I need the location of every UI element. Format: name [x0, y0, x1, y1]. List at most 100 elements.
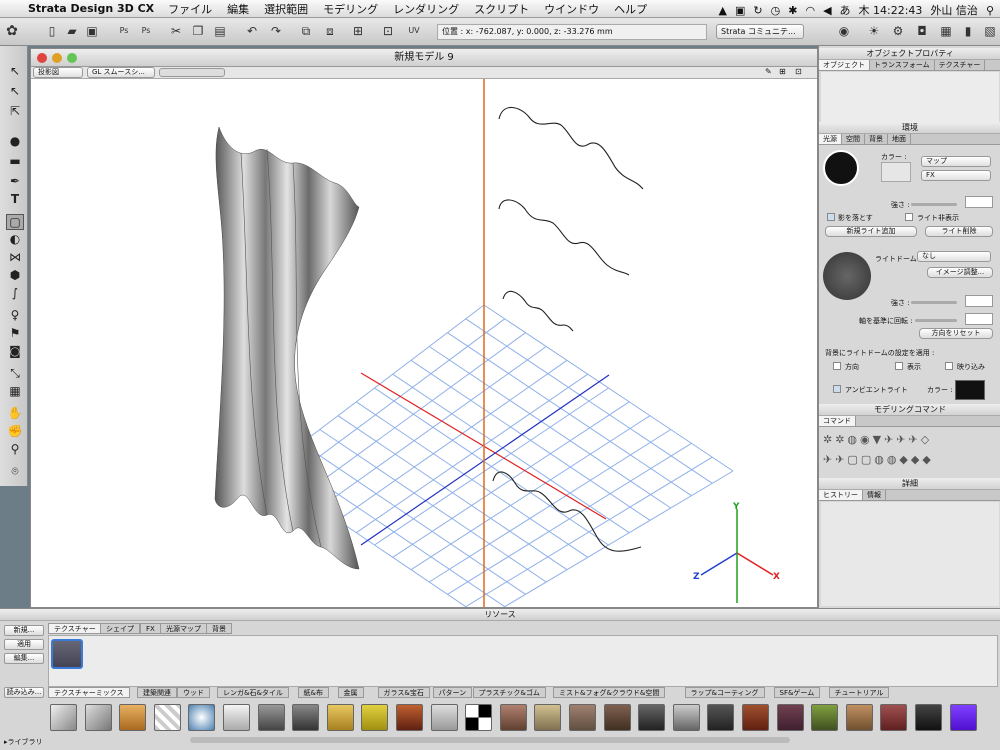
render-icon[interactable]: ◉	[836, 23, 852, 39]
texture-swatch[interactable]	[776, 704, 804, 731]
load-resource-button[interactable]: 読み込み...	[4, 687, 44, 698]
bluetooth-icon[interactable]: ✱	[788, 4, 797, 17]
export-icon[interactable]: ▦	[938, 23, 954, 39]
camera-tool-icon[interactable]: ◙	[6, 344, 24, 360]
uv-icon[interactable]: UV	[406, 23, 422, 39]
mirror-tool-icon[interactable]: ⋈	[6, 250, 24, 266]
sync-icon[interactable]: ↻	[753, 4, 762, 17]
category-tab[interactable]: 紙&布	[297, 687, 329, 698]
menu-window[interactable]: ウインドウ	[544, 1, 599, 17]
tab-commands[interactable]: コマンド	[819, 416, 856, 426]
axis-rotate-input[interactable]	[965, 313, 993, 325]
category-tab[interactable]: SF&ゲーム	[773, 687, 821, 698]
texture-swatch[interactable]	[880, 704, 908, 731]
reset-direction-button[interactable]: 方向をリセット	[919, 328, 993, 339]
strength2-slider[interactable]	[911, 301, 957, 304]
texture-swatch[interactable]	[223, 704, 250, 731]
lightdome-select[interactable]: なし	[917, 251, 991, 262]
delete-light-button[interactable]: ライト削除	[925, 226, 993, 237]
grid-tool-icon[interactable]: ▦	[6, 384, 24, 400]
primitive-tool-icon[interactable]: ●	[6, 134, 24, 150]
duplicate-icon[interactable]: ⊡	[380, 23, 396, 39]
reflect-checkbox[interactable]	[945, 362, 953, 370]
category-tab[interactable]: ミスト&フォグ&クラウド&空間	[553, 687, 666, 698]
undo-icon[interactable]: ↶	[244, 23, 260, 39]
texture-swatch[interactable]	[430, 704, 458, 731]
rectangle-tool-icon[interactable]: ▬	[6, 154, 24, 170]
text-tool-icon[interactable]: T	[6, 192, 24, 208]
category-tab[interactable]: 建築関連	[137, 687, 177, 698]
new-resource-button[interactable]: 新規...	[4, 625, 44, 636]
res-tab-lightmap[interactable]: 光源マップ	[160, 623, 207, 634]
community-select[interactable]: Strata コミュニテ...	[716, 24, 804, 39]
strength2-input[interactable]	[965, 295, 993, 307]
ambient-color-swatch[interactable]	[955, 380, 985, 400]
category-tab[interactable]: プラスチック&ゴム	[472, 687, 546, 698]
category-tab[interactable]: レンガ&石&タイル	[217, 687, 289, 698]
redo-icon[interactable]: ↷	[268, 23, 284, 39]
camera-icon[interactable]: ◘	[914, 23, 930, 39]
view-slider[interactable]	[159, 68, 225, 77]
rotate-view-tool-icon[interactable]: ✊	[6, 424, 24, 440]
category-tab[interactable]: テクスチャーミックス	[48, 687, 130, 698]
texture-swatch[interactable]	[915, 704, 942, 731]
cast-shadow-checkbox[interactable]	[827, 213, 835, 221]
lightdome-preview[interactable]	[823, 252, 871, 300]
document-icon[interactable]: ▮	[960, 23, 976, 39]
apply-resource-button[interactable]: 適用	[4, 639, 44, 650]
tab-transform[interactable]: トランスフォーム	[870, 60, 935, 70]
photoshop-import-icon[interactable]: Ps	[138, 23, 154, 39]
timemachine-icon[interactable]: ◷	[771, 4, 781, 17]
strength-input[interactable]	[965, 196, 993, 208]
save-icon[interactable]: ▣	[84, 23, 100, 39]
align-icon[interactable]: ⊞	[350, 23, 366, 39]
category-tab[interactable]: ラップ&コーティング	[684, 687, 765, 698]
add-light-button[interactable]: 新規ライト追加	[825, 226, 917, 237]
tab-object[interactable]: オブジェクト	[819, 60, 870, 70]
cut-icon[interactable]: ✂	[168, 23, 184, 39]
wave-curve-1[interactable]	[498, 106, 644, 190]
view-select[interactable]: 投影図	[33, 67, 83, 78]
direction-checkbox[interactable]	[833, 362, 841, 370]
category-tab[interactable]: パターン	[432, 687, 473, 698]
reshape-tool-icon[interactable]: ↖	[6, 84, 24, 100]
res-tab-texture[interactable]: テクスチャー	[48, 623, 102, 634]
command-icons-grid[interactable]: ✲✲◍◉▼✈✈✈◇ ✈✈▢▢◍◍◆◆◆	[823, 430, 999, 472]
open-folder-icon[interactable]: ▰	[64, 23, 80, 39]
texture-swatch[interactable]	[845, 704, 873, 731]
menu-script[interactable]: スクリプト	[474, 1, 529, 17]
tab-space[interactable]: 空間	[842, 134, 865, 144]
menu-modeling[interactable]: モデリング	[323, 1, 378, 17]
menu-edit[interactable]: 編集	[227, 1, 249, 17]
3d-viewport[interactable]: Y X Z	[31, 79, 817, 607]
zoom-tool-icon[interactable]: ⚲	[6, 442, 24, 458]
settings-gear-icon[interactable]: ⚙	[890, 23, 906, 39]
texture-swatch[interactable]	[465, 704, 493, 731]
texture-swatch[interactable]	[811, 704, 839, 731]
axis-rotate-slider[interactable]	[915, 319, 957, 322]
render-region-tool-icon[interactable]: ⌾	[6, 464, 24, 480]
texture-swatch[interactable]	[396, 704, 423, 731]
spot-light-tool-icon[interactable]: ⚑	[6, 326, 24, 342]
tab-history[interactable]: ヒストリー	[819, 490, 863, 500]
view-options-icon[interactable]: ⊡	[795, 67, 802, 76]
category-tab[interactable]: ウッド	[177, 687, 210, 698]
texture-swatch[interactable]	[499, 704, 527, 731]
strength-slider[interactable]	[911, 203, 957, 206]
grid-toggle-icon[interactable]: ⊞	[779, 67, 786, 76]
texture-swatch[interactable]	[257, 704, 285, 731]
light-icon[interactable]: ☀	[866, 23, 882, 39]
share-icon[interactable]: ▧	[982, 23, 998, 39]
tab-light[interactable]: 光源	[819, 134, 842, 144]
library-scrollbar[interactable]	[190, 737, 790, 743]
texture-swatch[interactable]	[50, 704, 77, 731]
light-color-swatch[interactable]	[881, 162, 911, 182]
texture-swatch[interactable]	[949, 704, 977, 731]
path-tool-icon[interactable]: ∫	[6, 286, 24, 302]
render-mode-select[interactable]: GL スムースシ...	[87, 67, 155, 78]
wifi-icon[interactable]: ◠	[805, 4, 815, 17]
texture-swatch[interactable]	[707, 704, 735, 731]
copy-icon[interactable]: ❐	[190, 23, 206, 39]
light-bulb-tool-icon[interactable]: ♀	[6, 308, 24, 324]
category-tab[interactable]: ガラス&宝石	[377, 687, 430, 698]
